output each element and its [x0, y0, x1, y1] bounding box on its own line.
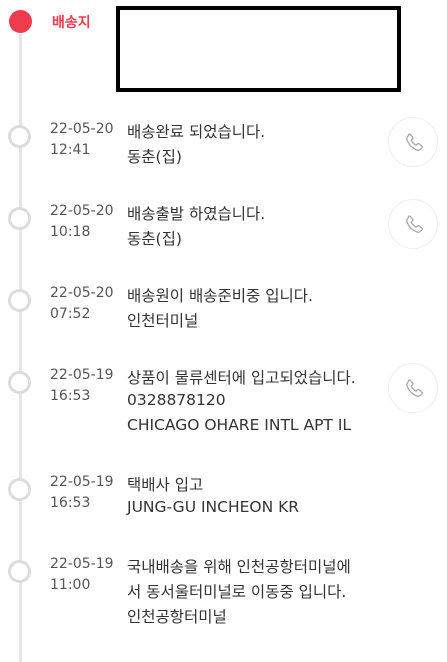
- phone-icon: [406, 133, 423, 151]
- event-phone-number: 0328878120: [127, 391, 226, 409]
- event-date: 22-05-19: [50, 474, 114, 490]
- event-date: 22-05-19: [50, 556, 114, 572]
- call-button[interactable]: [388, 199, 438, 249]
- event-time: 11:00: [50, 577, 91, 593]
- timeline-dot-icon: [8, 560, 31, 583]
- event-time: 10:18: [50, 224, 91, 240]
- event-location: 동춘(집): [127, 230, 182, 248]
- destination-address-redacted: [116, 6, 401, 92]
- event-status: 택배사 입고: [127, 476, 204, 494]
- event-date: 22-05-20: [50, 121, 114, 137]
- event-time: 16:53: [50, 388, 91, 404]
- event-status: 배송완료 되었습니다.: [127, 123, 266, 141]
- event-location: 동춘(집): [127, 148, 182, 166]
- phone-icon: [406, 215, 423, 233]
- call-button[interactable]: [388, 117, 438, 167]
- timeline-dot-icon: [8, 125, 31, 148]
- event-status: 국내배송을 위해 인천공항터미널에: [127, 558, 351, 576]
- event-time: 07:52: [50, 306, 91, 322]
- event-location: 인천터미널: [127, 312, 199, 330]
- phone-icon: [406, 379, 423, 397]
- call-button[interactable]: [388, 363, 438, 413]
- event-date: 22-05-20: [50, 285, 114, 301]
- event-time: 12:41: [50, 142, 91, 158]
- timeline-dot-icon: [8, 371, 31, 394]
- timeline-dot-icon: [8, 207, 31, 230]
- event-date: 22-05-19: [50, 367, 114, 383]
- timeline-dot-active-icon: [9, 10, 32, 33]
- event-location: CHICAGO OHARE INTL APT IL: [127, 416, 352, 434]
- event-time: 16:53: [50, 495, 91, 511]
- event-date: 22-05-20: [50, 203, 114, 219]
- event-location: 인천공항터미널: [127, 608, 227, 626]
- event-status: 상품이 물류센터에 입고되었습니다.: [127, 369, 356, 387]
- timeline-dot-icon: [8, 478, 31, 501]
- event-status: 배송출발 하였습니다.: [127, 205, 266, 223]
- timeline-dot-icon: [8, 289, 31, 312]
- destination-label: 배송지: [52, 15, 91, 31]
- event-status: 배송원이 배송준비중 입니다.: [127, 287, 313, 305]
- event-location: JUNG-GU INCHEON KR: [127, 498, 300, 516]
- event-status-continued: 서 동서울터미널로 이동중 입니다.: [127, 583, 347, 601]
